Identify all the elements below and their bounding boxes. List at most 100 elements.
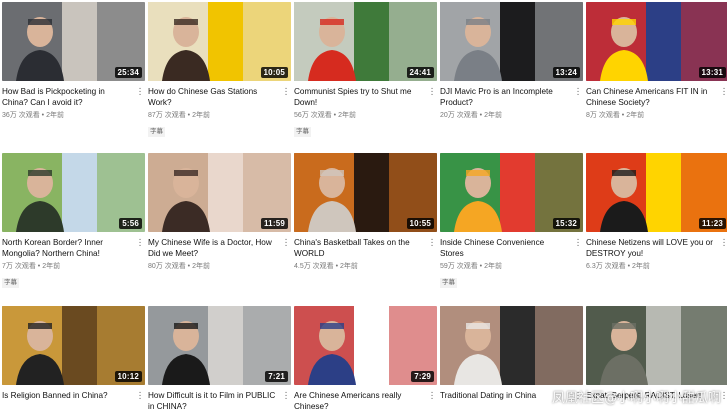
video-card[interactable]: 10:55 China's Basketball Takes on the WOR…: [294, 153, 437, 271]
video-card[interactable]: 11:59 My Chinese Wife is a Doctor, How Di…: [148, 153, 291, 271]
video-meta: Chinese Netizens will LOVE you or DESTRO…: [586, 232, 727, 271]
video-thumbnail[interactable]: 13:24: [440, 2, 583, 81]
video-meta: Communist Spies try to Shut me Down! · · · 5…: [294, 81, 437, 138]
more-options-icon[interactable]: · · ·: [135, 235, 145, 251]
video-thumbnail[interactable]: 25:34: [2, 2, 145, 81]
video-title[interactable]: Are Chinese Americans really Chinese?: [294, 391, 437, 412]
view-count: 20万 次观看: [440, 112, 478, 119]
group-people-thumbnail: [440, 306, 583, 385]
video-title[interactable]: China's Basketball Takes on the WORLD: [294, 238, 437, 259]
video-title[interactable]: Is Religion Banned in China?: [2, 391, 145, 402]
more-options-icon[interactable]: · · ·: [573, 235, 583, 251]
video-card[interactable]: 24:41 Communist Spies try to Shut me Down…: [294, 2, 437, 138]
video-duration: 10:55: [406, 218, 434, 229]
video-title[interactable]: Communist Spies try to Shut me Down!: [294, 87, 437, 108]
upload-age: 2年前: [42, 263, 61, 270]
video-card[interactable]: 13:24 DJI Mavic Pro is an Incomplete Prod…: [440, 2, 583, 120]
video-title[interactable]: DJI Mavic Pro is an Incomplete Product?: [440, 87, 583, 108]
more-options-icon[interactable]: · · ·: [719, 84, 727, 100]
video-meta: DJI Mavic Pro is an Incomplete Product? ·…: [440, 81, 583, 120]
video-card[interactable]: 11:23 Chinese Netizens will LOVE you or D…: [586, 153, 727, 271]
upload-age: 2年前: [46, 112, 64, 119]
video-card[interactable]: 13:31 Can Chinese Americans FIT IN in Chi…: [586, 2, 727, 120]
video-meta: Are Chinese Americans really Chinese? · · ·: [294, 385, 437, 412]
view-count: 7万 次观看: [2, 263, 36, 270]
video-stats: 56万 次观看 • 2年前: [294, 111, 437, 120]
video-duration: 11:23: [698, 218, 726, 229]
video-duration: 10:12: [114, 371, 142, 382]
video-card[interactable]: 7:29 Are Chinese Americans really Chinese…: [294, 306, 437, 412]
more-options-icon[interactable]: · · ·: [573, 84, 583, 100]
video-meta: Is Religion Banned in China? · · ·: [2, 385, 145, 404]
video-grid: 25:34 How Bad is Pickpocketing in China? …: [0, 0, 727, 411]
video-card[interactable]: 25:34 How Bad is Pickpocketing in China? …: [2, 2, 145, 120]
upload-age: 2年前: [340, 263, 358, 270]
video-thumbnail[interactable]: 7:21: [148, 306, 291, 385]
video-thumbnail[interactable]: 10:05: [148, 2, 291, 81]
view-count: 80万 次观看: [148, 263, 186, 270]
video-card[interactable]: 7:21 How Difficult is it to Film in PUBLI…: [148, 306, 291, 412]
video-title[interactable]: My Chinese Wife is a Doctor, How Did we …: [148, 238, 291, 259]
video-title[interactable]: Can Chinese Americans FIT IN in Chinese …: [586, 87, 727, 108]
video-thumbnail[interactable]: [440, 306, 583, 385]
upload-age: 2年前: [632, 263, 650, 270]
video-duration: 13:31: [698, 67, 726, 78]
video-stats: 6.3万 次观看 • 2年前: [586, 262, 727, 271]
video-stats: 7万 次观看 • 2年前: [2, 262, 145, 271]
view-count: 36万 次观看: [2, 112, 40, 119]
video-duration: 11:59: [260, 218, 288, 229]
view-count: 56万 次观看: [294, 112, 332, 119]
video-title[interactable]: How do Chinese Gas Stations Work?: [148, 87, 291, 108]
video-duration: 7:29: [411, 371, 434, 382]
video-title[interactable]: How Bad is Pickpocketing in China? Can I…: [2, 87, 145, 108]
video-card[interactable]: 10:12 Is Religion Banned in China? · · ·: [2, 306, 145, 404]
video-title[interactable]: How Difficult is it to Film in PUBLIC in…: [148, 391, 291, 412]
video-meta: How Difficult is it to Film in PUBLIC in…: [148, 385, 291, 412]
view-count: 6.3万 次观看: [586, 263, 626, 270]
view-count: 87万 次观看: [148, 112, 186, 119]
upload-age: 2年前: [338, 112, 356, 119]
more-options-icon[interactable]: · · ·: [719, 235, 727, 251]
video-duration: 24:41: [406, 67, 434, 78]
video-thumbnail[interactable]: 5:56: [2, 153, 145, 232]
video-stats: 4.5万 次观看 • 2年前: [294, 262, 437, 271]
subtitle-badge: 字幕: [2, 278, 19, 288]
video-duration: 5:56: [119, 218, 142, 229]
subtitle-badge: 字幕: [148, 127, 165, 137]
video-title[interactable]: North Korean Border? Inner Mongolia? Nor…: [2, 238, 145, 259]
more-options-icon[interactable]: · · ·: [427, 388, 437, 404]
video-thumbnail[interactable]: [586, 306, 727, 385]
video-thumbnail[interactable]: 24:41: [294, 2, 437, 81]
view-count: 59万 次观看: [440, 263, 478, 270]
video-meta: Inside Chinese Convenience Stores · · · 59万 …: [440, 232, 583, 289]
video-thumbnail[interactable]: 15:32: [440, 153, 583, 232]
video-duration: 13:24: [552, 67, 580, 78]
more-options-icon[interactable]: · · ·: [281, 84, 291, 100]
video-duration: 10:05: [260, 67, 288, 78]
video-title[interactable]: Inside Chinese Convenience Stores: [440, 238, 583, 259]
crowd-street-thumbnail: [586, 306, 727, 385]
more-options-icon[interactable]: · · ·: [281, 235, 291, 251]
more-options-icon[interactable]: · · ·: [281, 388, 291, 404]
upload-age: 2年前: [192, 112, 210, 119]
video-stats: 59万 次观看 • 2年前: [440, 262, 583, 271]
video-thumbnail[interactable]: 11:23: [586, 153, 727, 232]
more-options-icon[interactable]: · · ·: [135, 84, 145, 100]
view-count: 8万 次观看: [586, 112, 620, 119]
video-stats: 80万 次观看 • 2年前: [148, 262, 291, 271]
video-thumbnail[interactable]: 13:31: [586, 2, 727, 81]
video-card[interactable]: 5:56 North Korean Border? Inner Mongolia?…: [2, 153, 145, 289]
video-thumbnail[interactable]: 10:12: [2, 306, 145, 385]
video-thumbnail[interactable]: 7:29: [294, 306, 437, 385]
more-options-icon[interactable]: · · ·: [427, 235, 437, 251]
video-title[interactable]: Chinese Netizens will LOVE you or DESTRO…: [586, 238, 727, 259]
video-thumbnail[interactable]: 11:59: [148, 153, 291, 232]
more-options-icon[interactable]: · · ·: [427, 84, 437, 100]
video-thumbnail[interactable]: 10:55: [294, 153, 437, 232]
video-stats: 87万 次观看 • 2年前: [148, 111, 291, 120]
more-options-icon[interactable]: · · ·: [135, 388, 145, 404]
watermark-text: 凤凰社区@小啊小啊小甜瓜啊: [551, 391, 721, 406]
video-card[interactable]: 15:32 Inside Chinese Convenience Stores · ·…: [440, 153, 583, 289]
video-card[interactable]: 10:05 How do Chinese Gas Stations Work? · ·…: [148, 2, 291, 138]
view-count: 4.5万 次观看: [294, 263, 334, 270]
